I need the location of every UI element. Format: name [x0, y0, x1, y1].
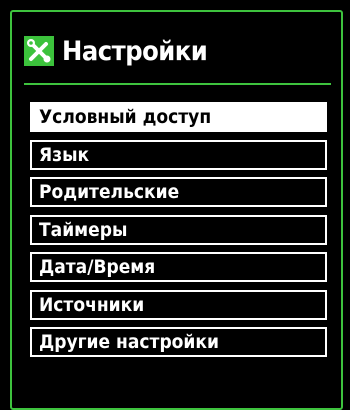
menu-item-conditional-access[interactable]: Условный доступ: [30, 102, 327, 132]
menu-item-sources[interactable]: Источники: [30, 289, 327, 320]
menu-item-date-time[interactable]: Дата/Время: [30, 252, 327, 282]
page-title: Настройки: [62, 35, 208, 67]
menu-item-parental[interactable]: Родительские: [30, 177, 327, 207]
settings-menu-list: Условный доступ Язык Родительские Таймер…: [30, 102, 327, 365]
menu-item-language[interactable]: Язык: [30, 139, 327, 170]
menu-header: Настройки: [24, 26, 208, 76]
menu-item-other-settings[interactable]: Другие настройки: [30, 327, 327, 357]
tv-screen: Настройки Условный доступ Язык Родительс…: [0, 0, 350, 410]
settings-tools-icon: [24, 36, 54, 66]
header-divider: [24, 83, 331, 85]
menu-item-timers[interactable]: Таймеры: [30, 214, 327, 245]
